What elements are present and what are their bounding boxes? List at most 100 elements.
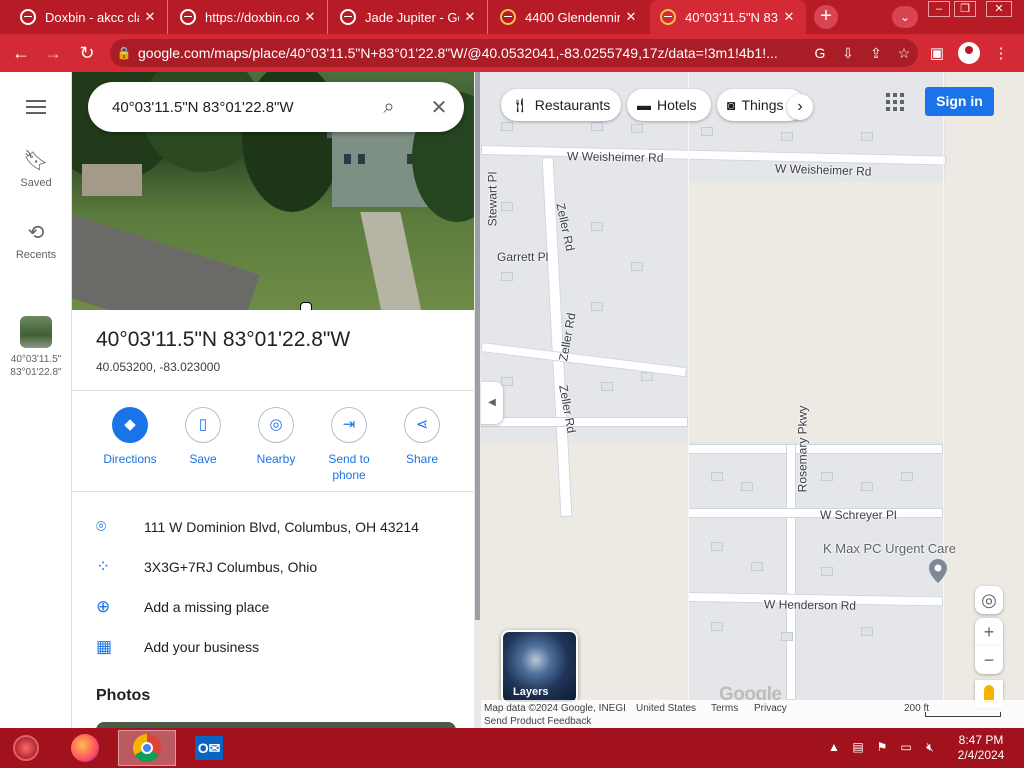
tab-search-icon[interactable]: ⌄	[892, 6, 918, 28]
tab-doxbin-akcc[interactable]: Doxbin - akcc clan ✕	[10, 0, 168, 34]
action-center-flag-icon[interactable]: ⚑	[874, 740, 890, 754]
network-icon[interactable]: ▭	[898, 740, 914, 754]
url-text[interactable]: google.com/maps/place/40°03'11.5"N+83°01…	[138, 45, 806, 61]
sign-in-button[interactable]: Sign in	[925, 87, 994, 116]
place-details-panel: ⌕ ✕ 40°03'11.5"N 83°01'22.8"W 40.053200,…	[72, 72, 474, 728]
poi-pin-icon[interactable]	[928, 558, 948, 584]
chevron-right-icon[interactable]: ›	[787, 94, 813, 120]
close-icon[interactable]: ✕	[414, 82, 464, 132]
close-tab-icon[interactable]: ✕	[459, 9, 481, 25]
show-hidden-icons-icon[interactable]: ▲	[826, 740, 842, 754]
restaurants-chip[interactable]: 🍴︎ Restaurants	[501, 89, 621, 121]
tab-doxbin-url[interactable]: https://doxbin.com ✕	[170, 0, 328, 34]
start-orb-icon[interactable]	[4, 730, 48, 766]
fork-knife-icon: 🍴︎	[511, 96, 529, 113]
kebab-menu-icon[interactable]: ⋮	[990, 43, 1012, 65]
restore-icon[interactable]: ❐	[954, 1, 976, 17]
directions-label: Directions	[103, 452, 157, 466]
saved-button[interactable]: 🔖︎ Saved	[0, 148, 72, 189]
search-icon[interactable]: ⌕	[364, 82, 414, 132]
feedback-link[interactable]: Send Product Feedback	[484, 716, 591, 727]
share-page-icon[interactable]: ⇪	[862, 45, 890, 62]
zoom-in-button[interactable]: +	[975, 618, 1003, 646]
send-to-phone-icon: ⇥	[331, 407, 367, 443]
tab-glendenning[interactable]: 4400 Glendenning ✕	[490, 0, 648, 34]
bookmark-star-icon[interactable]: ☆	[890, 45, 918, 62]
lock-icon[interactable]: 🔒	[110, 46, 138, 60]
recent-place-label[interactable]: 40°03'11.5" 83°01'22.8"	[0, 353, 72, 379]
tab-title: https://doxbin.com	[205, 9, 299, 25]
panel-scrollbar[interactable]	[474, 72, 481, 728]
my-location-icon[interactable]: ◎	[975, 586, 1003, 614]
layers-label: Layers	[513, 686, 549, 698]
maps-side-rail: 🔖︎ Saved ⟲ Recents 40°03'11.5" 83°01'22.…	[0, 72, 72, 728]
volume-muted-icon[interactable]: 🔇︎	[922, 740, 938, 755]
reload-icon[interactable]: ↻	[74, 40, 100, 66]
new-tab-button[interactable]: +	[814, 5, 838, 29]
apps-grid-icon[interactable]	[886, 93, 904, 111]
search-box[interactable]: ⌕ ✕	[88, 82, 464, 132]
road	[688, 508, 943, 518]
street-label: Rosemary Pkwy	[795, 405, 810, 493]
collapse-panel-icon[interactable]: ◀	[481, 382, 503, 424]
mouse-cursor	[300, 302, 312, 310]
recents-label: Recents	[15, 249, 57, 261]
map-canvas[interactable]: W Weisheimer Rd W Weisheimer Rd Stewart …	[481, 72, 1024, 728]
road	[481, 417, 688, 427]
minimize-icon[interactable]: –	[928, 1, 950, 17]
close-window-icon[interactable]: ✕	[986, 1, 1012, 17]
system-clock[interactable]: 8:47 PM 2/4/2024	[950, 733, 1012, 763]
send-to-phone-button[interactable]: ⇥ Send to phone	[313, 407, 385, 483]
address-text[interactable]: 111 W Dominion Blvd, Columbus, OH 43214	[144, 519, 419, 535]
back-arrow-icon[interactable]: ←	[8, 40, 34, 66]
add-missing-place-row[interactable]: ⊕ Add a missing place	[96, 595, 466, 619]
install-app-icon[interactable]: ⇩	[834, 45, 862, 62]
tab-maps-active[interactable]: 40°03'11.5"N 83°0 ✕	[650, 0, 806, 34]
add-business-row[interactable]: ▦ Add your business	[96, 635, 466, 659]
street-label: W Weisheimer Rd	[566, 149, 664, 165]
building	[701, 127, 713, 136]
building	[711, 622, 723, 631]
zoom-out-button[interactable]: −	[975, 646, 1003, 674]
close-tab-icon[interactable]: ✕	[778, 9, 800, 25]
building	[641, 372, 653, 381]
poi-label[interactable]: K Max PC Urgent Care	[823, 541, 956, 556]
address-row[interactable]: ⌾ 111 W Dominion Blvd, Columbus, OH 4321…	[96, 515, 466, 539]
tab-title: Doxbin - akcc clan	[45, 9, 139, 25]
house-shape	[82, 164, 142, 196]
side-panel-icon[interactable]: ▣	[926, 43, 948, 65]
plus-code-icon: ⁘	[96, 557, 111, 576]
add-business-text[interactable]: Add your business	[144, 639, 259, 655]
hotels-chip[interactable]: ▬ Hotels	[627, 89, 711, 121]
share-button[interactable]: ⋖ Share	[386, 407, 458, 467]
close-tab-icon[interactable]: ✕	[299, 9, 321, 25]
outlook-icon[interactable]: O✉	[180, 730, 238, 766]
nearby-button[interactable]: ◎ Nearby	[240, 407, 312, 467]
directions-button[interactable]: ◆ Directions	[94, 407, 166, 467]
plus-code-text[interactable]: 3X3G+7RJ Columbus, Ohio	[144, 559, 317, 575]
close-tab-icon[interactable]: ✕	[139, 9, 161, 25]
search-input[interactable]	[88, 98, 364, 116]
location-pin-icon: ⌾	[96, 517, 107, 536]
tab-jade-jupiter[interactable]: Jade Jupiter - Google ✕	[330, 0, 488, 34]
privacy-link[interactable]: Privacy	[754, 703, 787, 714]
recent-place-thumbnail[interactable]	[20, 316, 52, 348]
scale-bar[interactable]	[925, 712, 1001, 717]
terms-link[interactable]: Terms	[711, 703, 738, 714]
network-status-icon[interactable]: ▤	[850, 740, 866, 754]
google-lens-icon[interactable]: G	[806, 45, 834, 61]
close-tab-icon[interactable]: ✕	[620, 9, 642, 25]
forward-arrow-icon[interactable]: →	[40, 40, 66, 66]
bookmark-icon: ▯	[185, 407, 221, 443]
save-button[interactable]: ▯ Save	[167, 407, 239, 467]
profile-avatar-icon[interactable]	[958, 42, 980, 64]
firefox-icon[interactable]	[56, 730, 114, 766]
hamburger-menu-icon[interactable]	[26, 100, 46, 114]
country-text[interactable]: United States	[636, 703, 696, 714]
layers-button[interactable]: Layers	[501, 630, 578, 704]
recents-button[interactable]: ⟲ Recents	[0, 220, 72, 261]
plus-code-row[interactable]: ⁘ 3X3G+7RJ Columbus, Ohio	[96, 555, 466, 579]
add-missing-place-text[interactable]: Add a missing place	[144, 599, 269, 615]
address-bar[interactable]: 🔒 google.com/maps/place/40°03'11.5"N+83°…	[110, 39, 918, 67]
chrome-icon[interactable]	[118, 730, 176, 766]
